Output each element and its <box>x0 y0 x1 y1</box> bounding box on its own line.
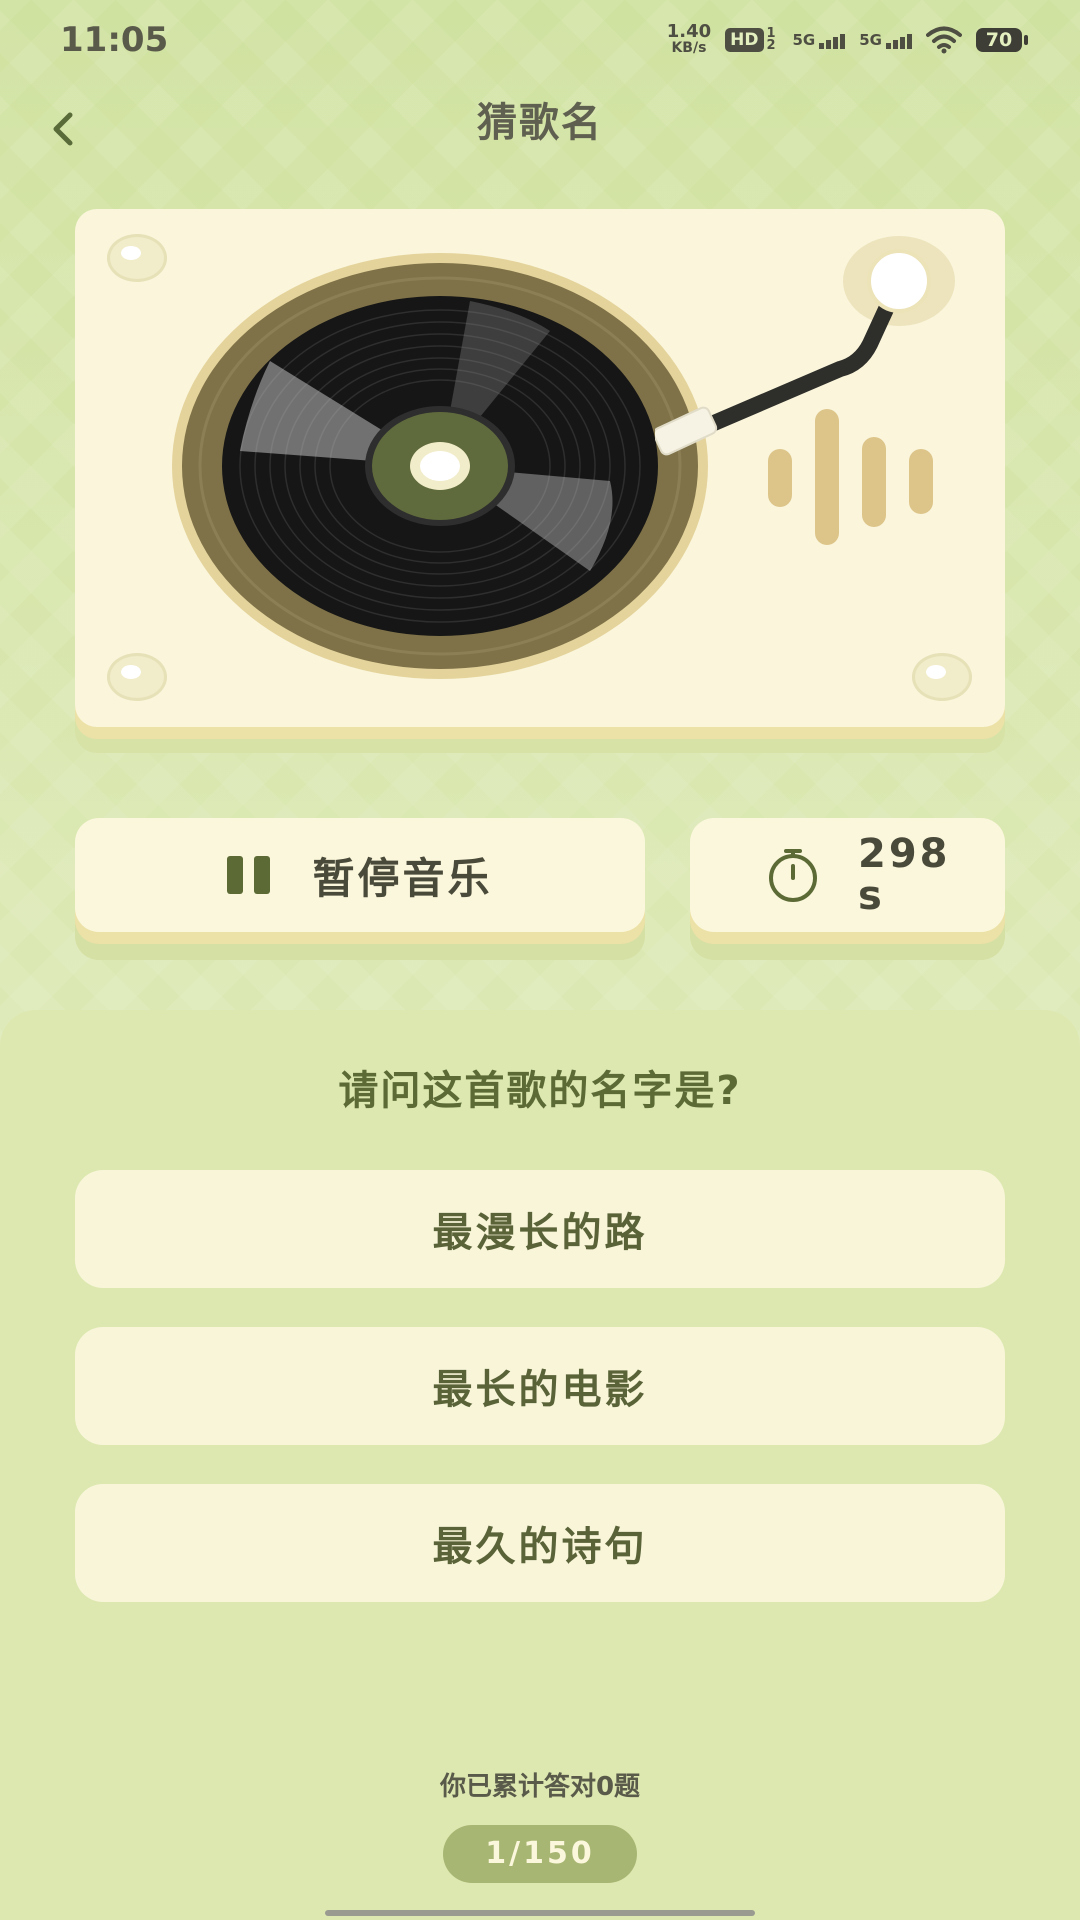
battery-icon: 70 <box>976 28 1028 52</box>
vinyl-record-icon <box>172 253 708 679</box>
answer-option-label: 最久的诗句 <box>432 1524 648 1570</box>
hd-indicator: HD 1 2 <box>725 26 778 53</box>
answer-option-label: 最长的电影 <box>432 1367 648 1413</box>
pause-music-button[interactable]: 暂停音乐 <box>75 818 645 932</box>
signal-icon-2: 5G <box>859 31 912 49</box>
pause-music-label: 暂停音乐 <box>312 853 493 903</box>
answer-option[interactable]: 最长的电影 <box>75 1327 1005 1445</box>
home-indicator[interactable] <box>325 1910 755 1916</box>
answer-option[interactable]: 最漫长的路 <box>75 1170 1005 1288</box>
status-icons: 1.40 KB/s HD 1 2 5G 5G 70 <box>666 21 1028 57</box>
wifi-icon <box>926 26 962 54</box>
screw-bottom-right <box>912 653 972 701</box>
hd-icon: HD <box>725 28 764 52</box>
status-bar: 11:05 1.40 KB/s HD 1 2 5G 5G 70 <box>0 0 1080 84</box>
controls-row: 暂停音乐 298 s <box>75 818 1005 936</box>
header: 猜歌名 <box>0 84 1080 184</box>
timer-value: 298 s <box>858 831 951 919</box>
screw-top-left <box>107 234 167 282</box>
status-time: 11:05 <box>60 20 169 60</box>
page-title: 猜歌名 <box>477 100 603 146</box>
stopwatch-icon <box>769 849 817 902</box>
turntable-illustration <box>75 209 1005 727</box>
question-progress-badge: 1/150 <box>443 1825 637 1883</box>
score-text: 你已累计答对0题 <box>439 1772 641 1802</box>
answer-option-label: 最漫长的路 <box>432 1210 648 1256</box>
network-speed: 1.40 KB/s <box>666 21 712 57</box>
answer-option[interactable]: 最久的诗句 <box>75 1484 1005 1602</box>
pause-icon <box>227 856 271 894</box>
countdown-timer: 298 s <box>690 818 1005 932</box>
screw-bottom-left <box>107 653 167 701</box>
question-text: 请问这首歌的名字是? <box>338 1068 742 1114</box>
sound-wave-icon <box>768 409 933 545</box>
signal-icon-1: 5G <box>793 31 846 49</box>
hd-sub: 1 2 <box>766 26 776 53</box>
